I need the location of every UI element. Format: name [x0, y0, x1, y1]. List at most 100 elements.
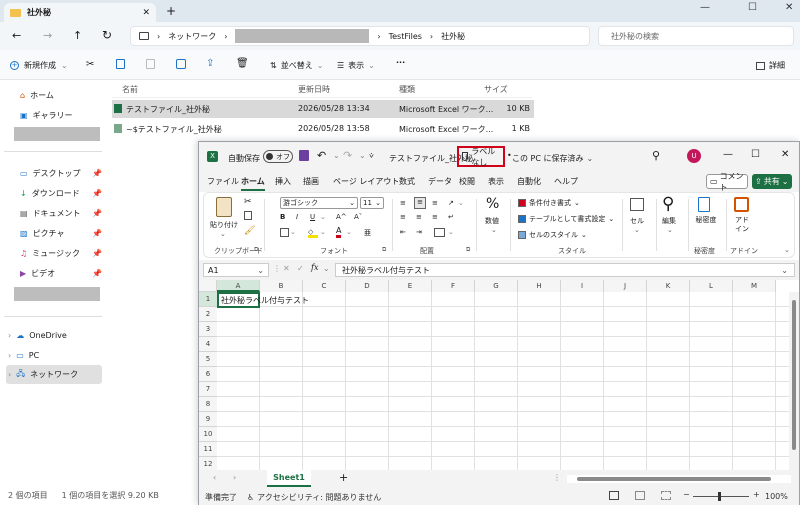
- row-header-6[interactable]: 6: [199, 367, 217, 382]
- sidebar-item-pictures[interactable]: ▨ ピクチャ 📌: [6, 224, 102, 242]
- sidebar-item-videos[interactable]: ▶ ビデオ 📌: [6, 264, 102, 282]
- col-type[interactable]: 種類: [399, 84, 415, 95]
- minimize-icon[interactable]: —: [723, 149, 733, 160]
- sidebar-item-music[interactable]: ♫ ミュージック 📌: [6, 244, 102, 262]
- enter-icon[interactable]: ✓: [297, 264, 304, 273]
- close-window-icon[interactable]: ✕: [785, 2, 793, 13]
- add-sheet-button[interactable]: +: [339, 471, 348, 484]
- font-shrink-icon[interactable]: Aˇ: [354, 213, 362, 221]
- paste-label[interactable]: 貼り付け: [210, 220, 238, 230]
- sort-button[interactable]: ⇅ 並べ替え ⌄: [270, 60, 323, 71]
- align-left-icon[interactable]: ≡: [400, 213, 406, 221]
- bold-icon[interactable]: B: [280, 213, 285, 221]
- worksheet-grid[interactable]: 社外秘ラベル付与テスト A B C D E F G H I J K L M 1 2 3 4 5 6 7 8 9 10 11 12: [199, 280, 799, 472]
- cut-icon[interactable]: ✂: [244, 197, 252, 207]
- sidebar-item-network[interactable]: › 🖧 ネットワーク: [6, 365, 102, 384]
- zoom-slider[interactable]: [693, 492, 749, 501]
- redo-icon[interactable]: ↷: [343, 149, 352, 162]
- tab-view[interactable]: 表示: [488, 176, 504, 187]
- tab-insert[interactable]: 挿入: [275, 176, 291, 187]
- increase-indent-icon[interactable]: ⇥: [416, 228, 422, 236]
- column-header-G[interactable]: G: [475, 280, 518, 292]
- next-sheet-icon[interactable]: ›: [233, 473, 236, 482]
- comment-button[interactable]: ▭ コメント: [706, 172, 748, 192]
- chevron-down-icon[interactable]: ⌄: [220, 230, 226, 238]
- sidebar-item-desktop[interactable]: ▭ デスクトップ 📌: [6, 164, 102, 182]
- insert-function-button[interactable]: fx: [311, 263, 318, 272]
- vertical-scrollbar[interactable]: [789, 292, 799, 470]
- file-row[interactable]: ~$テストファイル_社外秘 2026/05/28 13:58 Microsoft…: [112, 120, 534, 138]
- search-icon[interactable]: ⚲: [652, 149, 660, 162]
- prev-sheet-icon[interactable]: ‹: [213, 473, 216, 482]
- row-header-1[interactable]: 1: [199, 292, 217, 307]
- percent-icon[interactable]: %: [486, 196, 499, 212]
- sidebar-item-home[interactable]: ⌂ ホーム: [6, 86, 102, 104]
- cells-dropdown-icon[interactable]: ⌄: [634, 226, 640, 234]
- row-header-11[interactable]: 11: [199, 442, 217, 457]
- breadcrumb-network[interactable]: ネットワーク: [168, 31, 216, 42]
- paste-icon[interactable]: [146, 59, 155, 69]
- column-header-J[interactable]: J: [604, 280, 647, 292]
- zoom-in-icon[interactable]: +: [753, 490, 760, 499]
- row-header-8[interactable]: 8: [199, 397, 217, 412]
- tab-review[interactable]: 校閲: [459, 176, 475, 187]
- editing-button[interactable]: 編集: [662, 216, 676, 226]
- column-header-M[interactable]: M: [733, 280, 776, 292]
- column-header-E[interactable]: E: [389, 280, 432, 292]
- maximize-icon[interactable]: ☐: [751, 149, 760, 160]
- formula-input[interactable]: 社外秘ラベル付与テスト ⌄: [335, 263, 795, 277]
- font-grow-icon[interactable]: A^: [336, 213, 347, 221]
- sensitivity-label-button[interactable]: ラベルなし: [457, 146, 505, 167]
- search-icon[interactable]: ⚲: [662, 194, 674, 214]
- redo-dropdown-icon[interactable]: ⌄: [359, 151, 366, 160]
- new-tab-button[interactable]: +: [166, 4, 176, 18]
- merge-icon[interactable]: [434, 228, 445, 237]
- address-bar[interactable]: › ネットワーク › › TestFiles › 社外秘: [130, 26, 590, 46]
- font-name-select[interactable]: 游ゴシック ⌄: [280, 197, 358, 209]
- column-header-L[interactable]: L: [690, 280, 733, 292]
- zoom-thumb[interactable]: [718, 492, 721, 501]
- fill-color-icon[interactable]: ◇: [308, 228, 318, 238]
- undo-icon[interactable]: ↶: [317, 149, 326, 162]
- orientation-icon[interactable]: ↗: [448, 199, 454, 207]
- tab-file[interactable]: ファイル: [207, 176, 239, 187]
- column-header-F[interactable]: F: [432, 280, 475, 292]
- column-header-B[interactable]: B: [260, 280, 303, 292]
- up-icon[interactable]: ↑: [73, 29, 82, 42]
- tab-home[interactable]: ホーム: [241, 176, 265, 191]
- close-window-icon[interactable]: ✕: [781, 149, 789, 160]
- cell-styles-button[interactable]: セルのスタイル ⌄: [518, 230, 587, 240]
- col-size[interactable]: サイズ: [484, 84, 508, 95]
- tab-automate[interactable]: 自動化: [517, 176, 541, 187]
- dialog-launcher-icon[interactable]: ⧉: [382, 246, 386, 254]
- maximize-icon[interactable]: ☐: [748, 2, 757, 13]
- delete-icon[interactable]: 🗑: [236, 58, 249, 69]
- tab-data[interactable]: データ: [428, 176, 452, 187]
- row-header-7[interactable]: 7: [199, 382, 217, 397]
- row-header-9[interactable]: 9: [199, 412, 217, 427]
- zoom-level[interactable]: 100%: [765, 492, 788, 501]
- sheet-tab[interactable]: Sheet1: [267, 470, 311, 487]
- scroll-thumb[interactable]: [792, 300, 796, 450]
- scroll-thumb[interactable]: [577, 477, 771, 481]
- avatar[interactable]: U: [687, 149, 701, 163]
- borders-icon[interactable]: [280, 228, 289, 237]
- addin-button[interactable]: アド イン: [732, 216, 752, 234]
- cancel-icon[interactable]: ✕: [283, 264, 290, 273]
- row-header-5[interactable]: 5: [199, 352, 217, 367]
- column-header-I[interactable]: I: [561, 280, 604, 292]
- editing-dropdown-icon[interactable]: ⌄: [667, 226, 673, 234]
- page-break-view-icon[interactable]: [661, 491, 671, 500]
- back-icon[interactable]: ←: [12, 29, 21, 42]
- function-dropdown-icon[interactable]: ⌄: [323, 264, 330, 273]
- undo-dropdown-icon[interactable]: ⌄: [333, 151, 340, 160]
- cells-icon[interactable]: [630, 198, 644, 211]
- save-location-button[interactable]: この PC に保存済み ⌄: [512, 153, 593, 164]
- tab-draw[interactable]: 描画: [303, 176, 319, 187]
- align-bottom-icon[interactable]: ≡: [432, 199, 438, 207]
- cells-button[interactable]: セル: [630, 216, 644, 226]
- normal-view-icon[interactable]: [609, 491, 619, 500]
- column-header-A[interactable]: A: [217, 280, 260, 292]
- select-all-corner[interactable]: [199, 280, 217, 292]
- font-color-dropdown-icon[interactable]: ⌄: [346, 228, 352, 236]
